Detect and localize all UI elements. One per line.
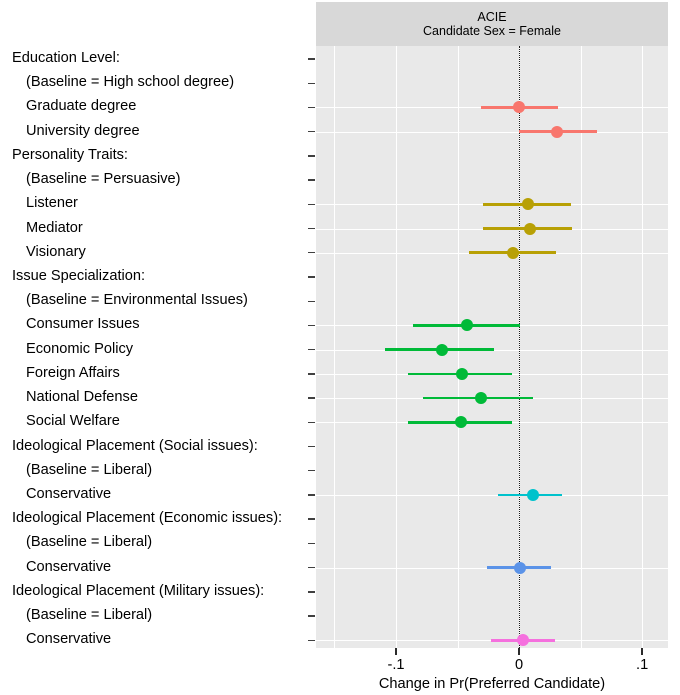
y-axis-label: (Baseline = Liberal) bbox=[26, 607, 153, 624]
y-axis-label: (Baseline = Liberal) bbox=[26, 534, 153, 551]
coefficient-plot-figure: ACIE Candidate Sex = Female Education Le… bbox=[0, 0, 680, 695]
y-axis-label: Visionary bbox=[26, 243, 86, 260]
y-axis-tick bbox=[308, 639, 315, 641]
y-axis-tick bbox=[308, 203, 315, 205]
y-axis-label: Economic Policy bbox=[26, 340, 134, 357]
y-axis-tick bbox=[308, 445, 315, 448]
y-axis-label: Ideological Placement (Military issues): bbox=[12, 582, 265, 599]
y-axis-tick bbox=[308, 470, 315, 472]
y-axis-label: Education Level: bbox=[12, 50, 120, 66]
estimate-point bbox=[521, 198, 534, 211]
estimate-point bbox=[524, 222, 537, 235]
estimate-point bbox=[474, 392, 487, 405]
y-axis-label: Conservative bbox=[26, 558, 112, 575]
y-axis-tick bbox=[308, 591, 315, 593]
vertical-gridline bbox=[457, 46, 459, 648]
y-axis-tick bbox=[308, 155, 315, 157]
y-axis-label: Graduate degree bbox=[26, 98, 137, 115]
estimate-point bbox=[435, 343, 448, 356]
y-axis-tick bbox=[308, 324, 315, 327]
y-axis-tick bbox=[308, 373, 315, 375]
y-axis-tick bbox=[308, 58, 315, 60]
x-axis-tick-label: -.1 bbox=[387, 657, 405, 673]
vertical-gridline bbox=[642, 46, 644, 648]
estimate-point bbox=[526, 488, 539, 501]
y-axis-tick bbox=[308, 542, 315, 545]
y-axis-tick bbox=[308, 518, 315, 520]
vertical-gridline bbox=[334, 46, 336, 648]
y-axis-label: Ideological Placement (Economic issues): bbox=[12, 510, 283, 527]
y-axis-tick bbox=[308, 494, 315, 496]
x-axis-tick-label: .1 bbox=[636, 657, 649, 673]
y-axis-tick bbox=[308, 421, 315, 423]
zero-reference-line bbox=[519, 46, 521, 648]
y-axis-tick bbox=[308, 276, 315, 278]
x-axis-tick bbox=[518, 648, 520, 655]
estimate-point bbox=[551, 125, 564, 138]
x-axis-tick-label: 0 bbox=[515, 657, 524, 673]
y-axis-tick bbox=[308, 252, 315, 254]
y-axis-tick bbox=[308, 397, 315, 399]
y-axis-label: University degree bbox=[26, 122, 140, 139]
x-axis-tick bbox=[641, 648, 643, 655]
y-axis-tick bbox=[308, 227, 315, 230]
x-axis-tick bbox=[395, 648, 397, 655]
vertical-gridline bbox=[396, 46, 397, 648]
y-axis-label: Foreign Affairs bbox=[26, 364, 120, 381]
y-axis-label: (Baseline = Liberal) bbox=[26, 461, 153, 478]
y-axis-label: Conservative bbox=[26, 485, 112, 502]
panel-title: ACIE Candidate Sex = Female bbox=[316, 2, 668, 46]
panel-title-secondary: Candidate Sex = Female bbox=[423, 24, 561, 38]
y-axis-label: Personality Traits: bbox=[12, 146, 128, 163]
panel-title-primary: ACIE bbox=[477, 10, 507, 24]
y-axis-label: (Baseline = High school degree) bbox=[26, 74, 235, 91]
y-axis-tick bbox=[308, 615, 315, 617]
y-axis-label: Consumer Issues bbox=[26, 316, 140, 333]
y-axis-tick bbox=[308, 179, 315, 181]
y-axis-tick bbox=[308, 82, 315, 84]
y-axis-label: Ideological Placement (Social issues): bbox=[12, 437, 258, 454]
y-axis-label: Issue Specialization: bbox=[12, 267, 146, 284]
estimate-point bbox=[514, 561, 527, 574]
horizontal-gridline bbox=[316, 131, 668, 133]
y-axis-label: Listener bbox=[26, 195, 78, 212]
y-axis-label: Social Welfare bbox=[26, 413, 120, 430]
y-axis-label: National Defense bbox=[26, 389, 138, 406]
y-axis-label: (Baseline = Persuasive) bbox=[26, 171, 181, 188]
y-axis-tick bbox=[308, 130, 315, 133]
y-axis-label: Mediator bbox=[26, 219, 83, 236]
estimate-point bbox=[506, 246, 519, 259]
horizontal-gridline bbox=[316, 494, 668, 496]
plot-panel bbox=[316, 46, 668, 648]
y-axis-tick bbox=[308, 566, 315, 569]
y-axis-tick bbox=[308, 106, 315, 109]
vertical-gridline bbox=[580, 46, 582, 648]
estimate-point bbox=[516, 634, 529, 647]
y-axis-label: (Baseline = Environmental Issues) bbox=[26, 292, 248, 309]
y-axis-tick bbox=[308, 300, 315, 302]
y-axis-tick bbox=[308, 348, 315, 351]
y-axis-label: Conservative bbox=[26, 631, 112, 648]
x-axis-title: Change in Pr(Preferred Candidate) bbox=[378, 676, 606, 692]
